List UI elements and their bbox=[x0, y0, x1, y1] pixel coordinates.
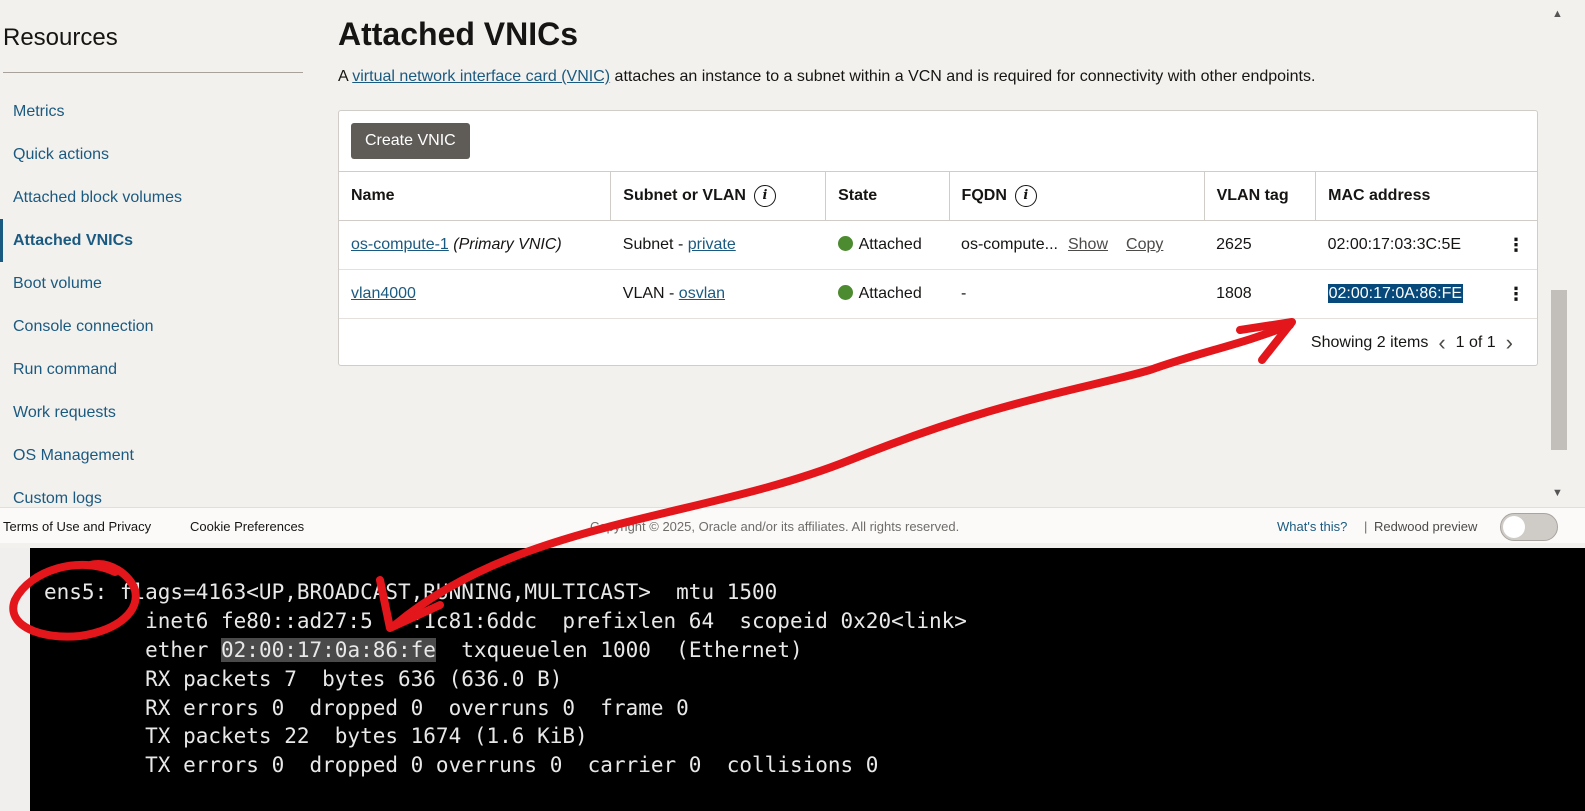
terminal-line: RX errors 0 dropped 0 overruns 0 frame 0 bbox=[44, 696, 689, 720]
page-indicator: 1 of 1 bbox=[1455, 334, 1496, 351]
fqdn-value: os-compute... bbox=[961, 236, 1058, 253]
vnic-panel: Create VNIC Name Subnet or VLAN i State F… bbox=[338, 110, 1538, 366]
scroll-down-icon[interactable]: ▼ bbox=[1552, 487, 1563, 499]
table-row: vlan4000 VLAN - osvlan Attached - 1808 0… bbox=[339, 269, 1537, 319]
selected-mac-address[interactable]: 02:00:17:0A:86:FE bbox=[1327, 284, 1464, 303]
table-header-row: Name Subnet or VLAN i State FQDN i VLAN ta… bbox=[339, 171, 1537, 221]
mac-address-cell[interactable]: 02:00:17:0A:86:FE bbox=[1315, 269, 1495, 319]
footer-separator: | bbox=[1364, 519, 1368, 534]
table-row: os-compute-1 (Primary VNIC) Subnet - pri… bbox=[339, 220, 1537, 270]
console-page: Resources Metrics Quick actions Attached… bbox=[0, 0, 1585, 548]
items-count: Showing 2 items bbox=[1310, 334, 1429, 351]
toggle-knob bbox=[1503, 516, 1525, 538]
state-label: Attached bbox=[858, 236, 922, 253]
state-label: Attached bbox=[858, 285, 922, 302]
sidebar-item-console-connection[interactable]: Console connection bbox=[0, 305, 300, 348]
sidebar-item-metrics[interactable]: Metrics bbox=[0, 90, 300, 133]
sidebar-item-boot-volume[interactable]: Boot volume bbox=[0, 262, 300, 305]
divider bbox=[3, 72, 303, 73]
description-suffix: attaches an instance to a subnet within … bbox=[610, 68, 1316, 85]
create-vnic-button[interactable]: Create VNIC bbox=[351, 123, 470, 159]
row-actions-menu-icon[interactable]: ⋮ bbox=[1494, 220, 1537, 270]
column-header-fqdn-label: FQDN bbox=[961, 187, 1007, 205]
terminal-output: ens5: flags=4163<UP,BROADCAST,RUNNING,MU… bbox=[30, 548, 1585, 811]
row-actions-menu-icon[interactable]: ⋮ bbox=[1494, 269, 1537, 319]
column-header-fqdn[interactable]: FQDN i bbox=[949, 171, 1205, 221]
sidebar-item-work-requests[interactable]: Work requests bbox=[0, 391, 300, 434]
subnet-prefix: VLAN - bbox=[622, 285, 679, 302]
sidebar-item-attached-vnics[interactable]: Attached VNICs bbox=[0, 219, 300, 262]
column-header-mac-address[interactable]: MAC address bbox=[1315, 171, 1537, 221]
cookie-preferences-link[interactable]: Cookie Preferences bbox=[190, 519, 304, 534]
column-header-name[interactable]: Name bbox=[339, 171, 612, 221]
page-footer: Terms of Use and Privacy Cookie Preferen… bbox=[0, 507, 1585, 543]
subnet-prefix: Subnet - bbox=[622, 236, 688, 253]
resources-nav: Metrics Quick actions Attached block vol… bbox=[0, 90, 300, 520]
copyright-text: Copyright © 2025, Oracle and/or its affi… bbox=[590, 519, 960, 534]
chevron-left-icon[interactable]: ‹ bbox=[1438, 330, 1445, 356]
vlan-tag-cell: 1808 bbox=[1204, 269, 1316, 319]
terminal-line: inet6 fe80::ad27:5 :1c81:6ddc prefixlen … bbox=[44, 609, 967, 633]
redwood-preview-label: Redwood preview bbox=[1374, 519, 1478, 534]
sidebar-item-run-command[interactable]: Run command bbox=[0, 348, 300, 391]
vnic-name-cell: os-compute-1 (Primary VNIC) bbox=[339, 220, 611, 270]
scrollbar-thumb[interactable] bbox=[1551, 290, 1567, 450]
ether-prefix: ether bbox=[44, 638, 222, 662]
fqdn-copy-link[interactable]: Copy bbox=[1126, 236, 1163, 253]
terminal-line-ether: ether 02:00:17:0a:86:fe txqueuelen 1000 … bbox=[44, 637, 803, 663]
column-header-state[interactable]: State bbox=[825, 171, 950, 221]
terminal-line: TX packets 22 bytes 1674 (1.6 KiB) bbox=[44, 724, 588, 748]
vnic-name-link[interactable]: vlan4000 bbox=[351, 285, 416, 302]
fqdn-cell: os-compute... Show Copy bbox=[949, 220, 1205, 270]
scroll-up-icon[interactable]: ▲ bbox=[1552, 8, 1563, 20]
info-icon[interactable]: i bbox=[753, 185, 776, 207]
status-dot-icon bbox=[837, 285, 853, 301]
state-cell: Attached bbox=[825, 269, 950, 319]
sidebar-item-quick-actions[interactable]: Quick actions bbox=[0, 133, 300, 176]
vlan-link[interactable]: osvlan bbox=[679, 285, 725, 302]
fqdn-show-link[interactable]: Show bbox=[1068, 236, 1108, 253]
sidebar-item-attached-block-volumes[interactable]: Attached block volumes bbox=[0, 176, 300, 219]
subnet-cell: Subnet - private bbox=[610, 220, 826, 270]
terminal-line: TX errors 0 dropped 0 overruns 0 carrier… bbox=[44, 753, 879, 777]
ether-mac-highlight: 02:00:17:0a:86:fe bbox=[221, 638, 436, 662]
pagination: Showing 2 items ‹ 1 of 1 › bbox=[1311, 330, 1523, 356]
sidebar-item-os-management[interactable]: OS Management bbox=[0, 434, 300, 477]
mac-address-cell: 02:00:17:03:3C:5E bbox=[1315, 220, 1495, 270]
whats-this-link[interactable]: What's this? bbox=[1277, 519, 1347, 534]
primary-vnic-label: (Primary VNIC) bbox=[453, 236, 562, 253]
subnet-link[interactable]: private bbox=[688, 236, 736, 253]
page-title: Attached VNICs bbox=[338, 16, 579, 52]
chevron-right-icon[interactable]: › bbox=[1506, 330, 1513, 356]
fqdn-cell: - bbox=[949, 269, 1205, 319]
state-cell: Attached bbox=[825, 220, 950, 270]
vnic-table: Name Subnet or VLAN i State FQDN i VLAN ta… bbox=[339, 171, 1537, 319]
description-prefix: A bbox=[338, 68, 353, 85]
resources-title: Resources bbox=[3, 24, 118, 51]
vnic-name-link[interactable]: os-compute-1 bbox=[351, 236, 449, 253]
subnet-cell: VLAN - osvlan bbox=[610, 269, 826, 319]
redwood-preview-toggle[interactable] bbox=[1500, 513, 1558, 541]
vnic-name-cell: vlan4000 bbox=[339, 269, 611, 319]
terminal-line: ens5: flags=4163<UP,BROADCAST,RUNNING,MU… bbox=[44, 580, 778, 604]
column-header-vlan-tag[interactable]: VLAN tag bbox=[1204, 171, 1317, 221]
info-icon[interactable]: i bbox=[1014, 185, 1037, 207]
column-header-subnet[interactable]: Subnet or VLAN i bbox=[610, 171, 827, 221]
column-header-subnet-label: Subnet or VLAN bbox=[623, 187, 746, 205]
terminal-line: RX packets 7 bytes 636 (636.0 B) bbox=[44, 667, 563, 691]
vnic-doc-link[interactable]: virtual network interface card (VNIC) bbox=[352, 68, 610, 85]
vlan-tag-cell: 2625 bbox=[1204, 220, 1316, 270]
status-dot-icon bbox=[837, 236, 853, 252]
terms-link[interactable]: Terms of Use and Privacy bbox=[3, 519, 151, 534]
page-description: A virtual network interface card (VNIC) … bbox=[338, 68, 1315, 86]
ether-suffix: txqueuelen 1000 (Ethernet) bbox=[435, 638, 803, 662]
